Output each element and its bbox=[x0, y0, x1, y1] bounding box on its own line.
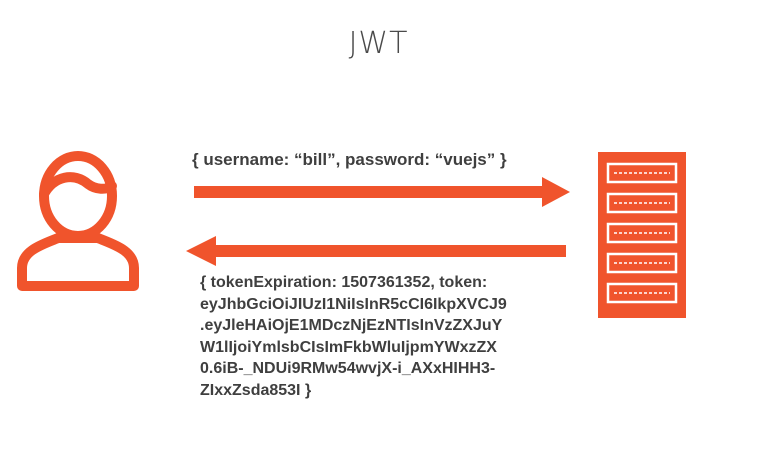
diagram-title: JWT bbox=[348, 26, 409, 61]
request-payload: { username: “bill”, password: “vuejs” } bbox=[192, 150, 507, 169]
server-rack-icon bbox=[598, 152, 686, 318]
response-arrow bbox=[186, 236, 566, 266]
user-icon bbox=[17, 151, 139, 291]
response-payload: { tokenExpiration: 1507361352, token: ey… bbox=[200, 274, 507, 399]
request-arrow bbox=[194, 177, 570, 207]
